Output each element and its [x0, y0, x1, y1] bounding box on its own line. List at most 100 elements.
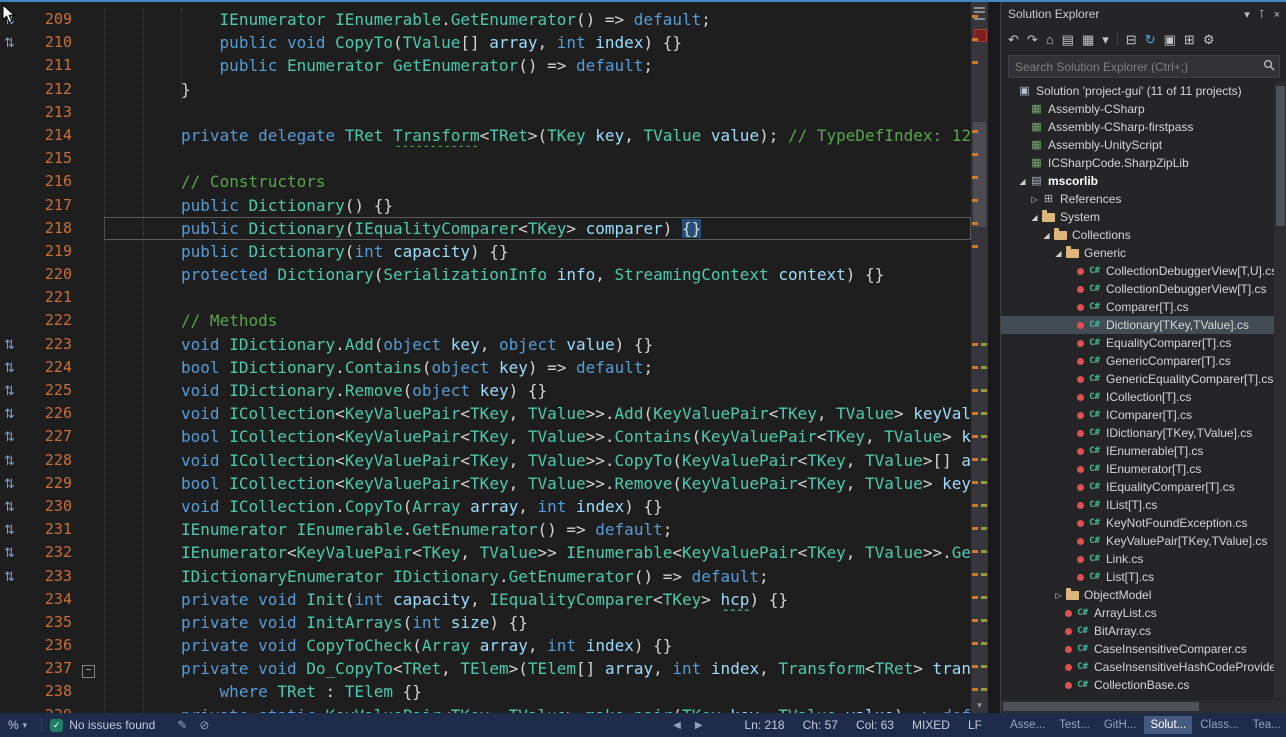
health-status-text[interactable]: No issues found	[69, 718, 155, 732]
zoom-control[interactable]: %	[0, 718, 23, 732]
collapse-all-icon[interactable]: ⊟	[1126, 33, 1137, 46]
tree-item[interactable]: C#IEqualityComparer[T].cs	[1001, 478, 1274, 496]
code-line[interactable]: IDictionaryEnumerator IDictionary.GetEnu…	[104, 565, 971, 588]
search-icon[interactable]	[1259, 58, 1279, 76]
scroll-left-icon[interactable]: ◀	[673, 720, 681, 731]
tree-item[interactable]: C#ArrayList.cs	[1001, 604, 1274, 622]
glyph-cell[interactable]	[0, 634, 26, 657]
glyph-cell[interactable]: ⇅	[0, 565, 26, 588]
glyph-cell[interactable]	[0, 704, 26, 713]
code-line[interactable]: bool ICollection<KeyValuePair<TKey, TVal…	[104, 425, 971, 448]
glyph-cell[interactable]	[0, 194, 26, 217]
code-line[interactable]: public Dictionary() {}	[104, 194, 971, 217]
code-line[interactable]: IEnumerator<KeyValuePair<TKey, TValue>> …	[104, 541, 971, 564]
fold-margin[interactable]: −	[82, 8, 100, 713]
code-line[interactable]: private void InitArrays(int size) {}	[104, 611, 971, 634]
tree-item[interactable]: C#CaseInsensitiveComparer.cs	[1001, 640, 1274, 658]
code-line[interactable]: void IDictionary.Remove(object key) {}	[104, 379, 971, 402]
glyph-cell[interactable]	[0, 124, 26, 147]
code-line[interactable]: protected Dictionary(SerializationInfo i…	[104, 263, 971, 286]
tree-item[interactable]: ◢System	[1001, 208, 1274, 226]
pin-icon[interactable]: ⊺	[1259, 9, 1265, 21]
tree-item[interactable]: C#ICollection[T].cs	[1001, 388, 1274, 406]
glyph-cell[interactable]	[0, 78, 26, 101]
code-line[interactable]: public Enumerator GetEnumerator() => def…	[104, 54, 971, 77]
tree-item[interactable]: ▣Solution 'project-gui' (11 of 11 projec…	[1001, 82, 1274, 100]
glyph-cell[interactable]	[0, 147, 26, 170]
chevron-expanded-icon[interactable]: ◢	[1016, 177, 1029, 186]
code-line[interactable]: private void Do_CopyTo<TRet, TElem>(TEle…	[104, 657, 971, 680]
glyph-cell[interactable]: ⇅	[0, 31, 26, 54]
tree-item[interactable]: ◢Generic	[1001, 244, 1274, 262]
tree-item[interactable]: C#GenericEqualityComparer[T].cs	[1001, 370, 1274, 388]
tree-item[interactable]: C#IList[T].cs	[1001, 496, 1274, 514]
code-line[interactable]: bool IDictionary.Contains(object key) =>…	[104, 356, 971, 379]
close-icon[interactable]: ×	[1274, 9, 1280, 21]
glyph-cell[interactable]	[0, 309, 26, 332]
tree-item[interactable]: ▦Assembly-CSharp-firstpass	[1001, 118, 1274, 136]
glyph-cell[interactable]	[0, 240, 26, 263]
code-line[interactable]: // Constructors	[104, 170, 971, 193]
chevron-expanded-icon[interactable]: ◢	[1040, 231, 1053, 240]
code-line[interactable]	[104, 147, 971, 170]
code-line[interactable]: bool ICollection<KeyValuePair<TKey, TVal…	[104, 472, 971, 495]
tool-window-tab[interactable]: Tea...	[1247, 716, 1286, 734]
tree-item[interactable]: C#IComparer[T].cs	[1001, 406, 1274, 424]
code-line[interactable]: IEnumerator IEnumerable.GetEnumerator() …	[104, 8, 971, 31]
code-line[interactable]: private static KeyValuePair<TKey, TValue…	[104, 704, 971, 713]
forward-icon[interactable]: ↷	[1027, 33, 1038, 46]
code-line[interactable]: void ICollection<KeyValuePair<TKey, TVal…	[104, 402, 971, 425]
sync-with-active-icon[interactable]: ▣	[1164, 33, 1176, 46]
code-line[interactable]: // Methods	[104, 309, 971, 332]
glyph-cell[interactable]: ⇅	[0, 356, 26, 379]
tree-item[interactable]: C#KeyValuePair[TKey,TValue].cs	[1001, 532, 1274, 550]
tree-item[interactable]: C#List[T].cs	[1001, 568, 1274, 586]
tree-item[interactable]: ▦Assembly-UnityScript	[1001, 136, 1274, 154]
code-line[interactable]: private void CopyToCheck(Array array, in…	[104, 634, 971, 657]
tree-item[interactable]: ◢▤mscorlib	[1001, 172, 1274, 190]
glyph-cell[interactable]: ⇅	[0, 541, 26, 564]
glyph-cell[interactable]: ⇅	[0, 449, 26, 472]
tree-item[interactable]: C#CollectionBase.cs	[1001, 676, 1274, 694]
tree-item[interactable]: C#CaseInsensitiveHashCodeProvider.cs	[1001, 658, 1274, 676]
code-area[interactable]: IEnumerator IEnumerable.GetEnumerator() …	[104, 8, 971, 713]
glyph-cell[interactable]: ⇅	[0, 379, 26, 402]
tree-item[interactable]: C#EqualityComparer[T].cs	[1001, 334, 1274, 352]
glyph-margin[interactable]: ⇅⇅⇅⇅⇅⇅⇅⇅⇅⇅⇅⇅⇅	[0, 8, 26, 713]
glyph-cell[interactable]	[0, 611, 26, 634]
tree-item[interactable]: C#IDictionary[TKey,TValue].cs	[1001, 424, 1274, 442]
code-line[interactable]: void IDictionary.Add(object key, object …	[104, 333, 971, 356]
glyph-cell[interactable]	[0, 54, 26, 77]
back-icon[interactable]: ↶	[1008, 33, 1019, 46]
glyph-cell[interactable]: ⇅	[0, 518, 26, 541]
tool-window-tab[interactable]: Asse...	[1004, 716, 1051, 734]
zoom-caret-icon[interactable]: ▾	[23, 720, 34, 731]
solution-explorer-horizontal-scrollbar[interactable]	[1001, 700, 1274, 713]
new-view-icon[interactable]: ▦	[1082, 33, 1094, 46]
glyph-cell[interactable]: ⇅	[0, 472, 26, 495]
glyph-cell[interactable]	[0, 657, 26, 680]
glyph-cell[interactable]	[0, 680, 26, 703]
view-caret-icon[interactable]: ▾	[1102, 33, 1109, 46]
chevron-expanded-icon[interactable]: ◢	[1052, 249, 1065, 258]
code-line[interactable]: public void CopyTo(TValue[] array, int i…	[104, 31, 971, 54]
tool-window-tab[interactable]: GitH...	[1098, 716, 1143, 734]
code-line[interactable]: IEnumerator IEnumerable.GetEnumerator() …	[104, 518, 971, 541]
switch-views-icon[interactable]: ▤	[1062, 33, 1074, 46]
code-line[interactable]: public Dictionary(IEqualityComparer<TKey…	[104, 217, 971, 240]
code-line[interactable]: void ICollection.CopyTo(Array array, int…	[104, 495, 971, 518]
tree-item[interactable]: C#Dictionary[TKey,TValue].cs	[1001, 316, 1274, 334]
health-check-icon[interactable]: ✓	[50, 719, 63, 732]
tree-item[interactable]: ◢Collections	[1001, 226, 1274, 244]
tool-window-tab[interactable]: Solut...	[1144, 716, 1192, 734]
glyph-cell[interactable]	[0, 286, 26, 309]
tree-item[interactable]: ▦ICSharpCode.SharpZipLib	[1001, 154, 1274, 172]
tree-item[interactable]: C#CollectionDebuggerView[T,U].cs	[1001, 262, 1274, 280]
tree-item[interactable]: ▷⊞References	[1001, 190, 1274, 208]
code-line[interactable]: private delegate TRet Transform<TRet>(TK…	[104, 124, 971, 147]
glyph-cell[interactable]: ⇅	[0, 425, 26, 448]
solution-explorer-vertical-scrollbar[interactable]	[1274, 82, 1286, 699]
tree-item[interactable]: ▷ObjectModel	[1001, 586, 1274, 604]
glyph-cell[interactable]	[0, 101, 26, 124]
chevron-down-icon[interactable]: ▾	[1244, 9, 1250, 21]
